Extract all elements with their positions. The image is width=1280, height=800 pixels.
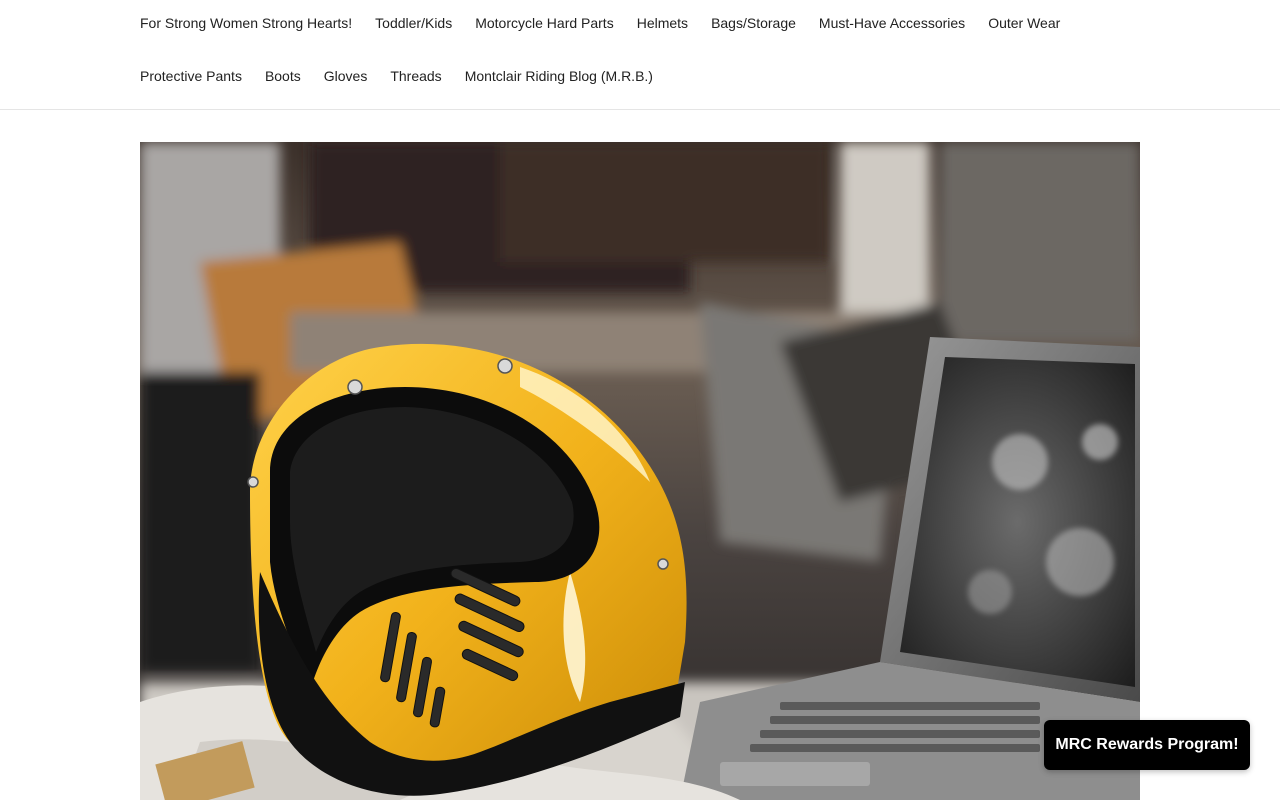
rewards-program-button[interactable]: MRC Rewards Program!: [1044, 720, 1250, 770]
nav-link-helmets[interactable]: Helmets: [637, 15, 688, 31]
hero-image: [140, 142, 1140, 800]
nav-link-montclair-riding-blog[interactable]: Montclair Riding Blog (M.R.B.): [465, 68, 653, 84]
nav-link-bags-storage[interactable]: Bags/Storage: [711, 15, 796, 31]
nav-link-threads[interactable]: Threads: [390, 68, 441, 84]
main-navigation: For Strong Women Strong Hearts! Toddler/…: [0, 0, 1280, 110]
nav-link-protective-pants[interactable]: Protective Pants: [140, 68, 242, 84]
nav-row-secondary: Protective Pants Boots Gloves Threads Mo…: [140, 64, 676, 88]
nav-link-boots[interactable]: Boots: [265, 68, 301, 84]
nav-link-outer-wear[interactable]: Outer Wear: [988, 15, 1060, 31]
nav-link-toddler-kids[interactable]: Toddler/Kids: [375, 15, 452, 31]
nav-link-motorcycle-hard-parts[interactable]: Motorcycle Hard Parts: [475, 15, 613, 31]
nav-link-strong-women[interactable]: For Strong Women Strong Hearts!: [140, 15, 352, 31]
nav-link-gloves[interactable]: Gloves: [324, 68, 368, 84]
nav-row-primary: For Strong Women Strong Hearts! Toddler/…: [140, 11, 1083, 35]
hero-helmet-laptop-illustration: [140, 142, 1140, 800]
nav-link-must-have-accessories[interactable]: Must-Have Accessories: [819, 15, 965, 31]
